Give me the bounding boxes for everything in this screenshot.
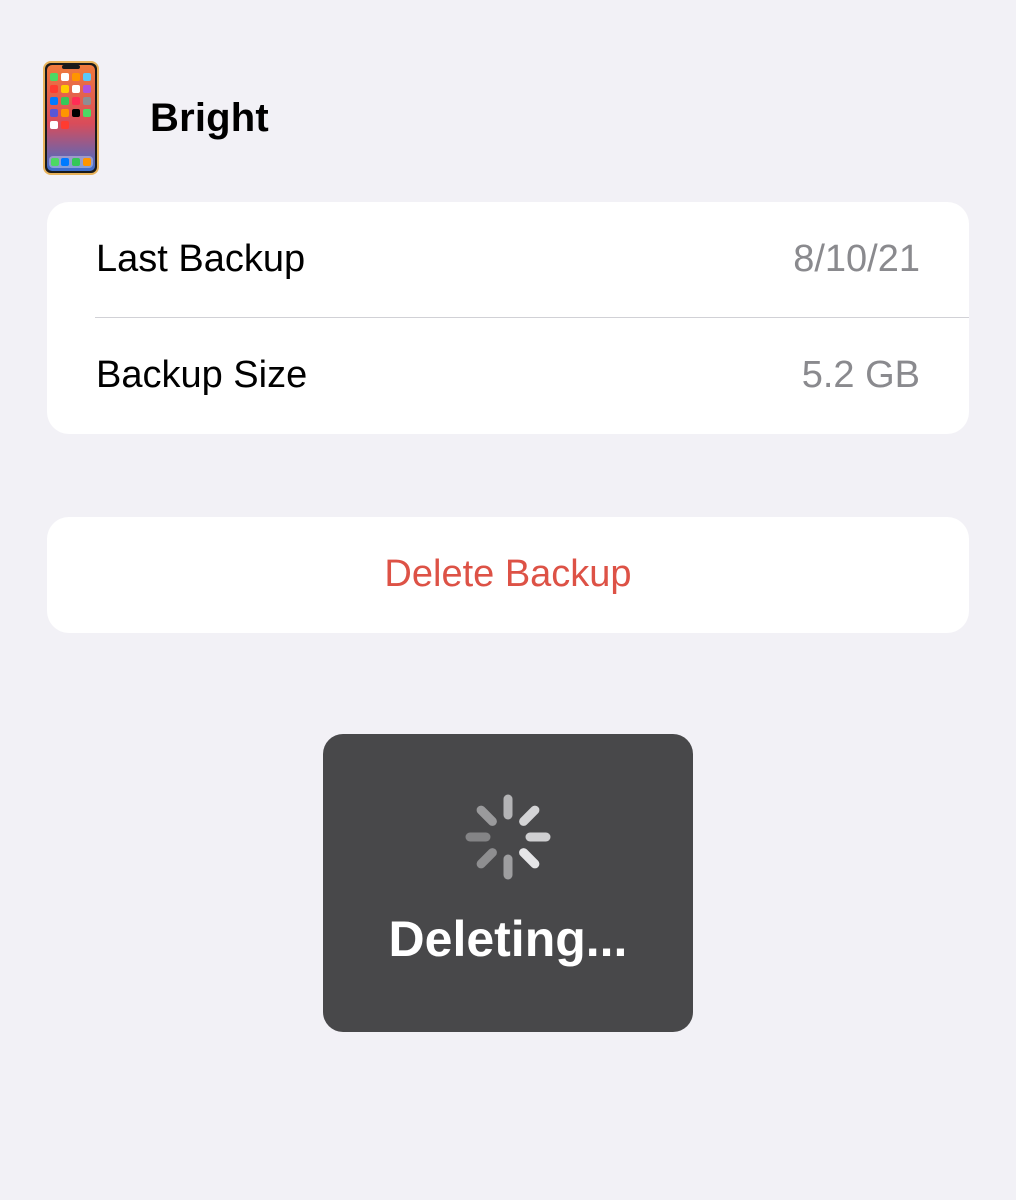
device-name: Bright	[150, 96, 269, 140]
delete-backup-label: Delete Backup	[384, 553, 632, 595]
iphone-icon	[43, 61, 99, 175]
device-header: Bright	[42, 60, 642, 176]
last-backup-row: Last Backup 8/10/21	[47, 202, 969, 318]
activity-spinner-icon	[465, 794, 551, 880]
backup-size-value: 5.2 GB	[801, 354, 920, 396]
backup-size-label: Backup Size	[96, 354, 308, 396]
last-backup-value: 8/10/21	[793, 238, 920, 280]
hud-status-text: Deleting...	[388, 911, 628, 967]
backup-info-card: Last Backup 8/10/21 Backup Size 5.2 GB	[47, 202, 969, 434]
progress-hud: Deleting...	[323, 734, 693, 1032]
backup-size-row: Backup Size 5.2 GB	[47, 318, 969, 434]
delete-backup-button[interactable]: Delete Backup	[47, 517, 969, 633]
last-backup-label: Last Backup	[96, 238, 306, 280]
